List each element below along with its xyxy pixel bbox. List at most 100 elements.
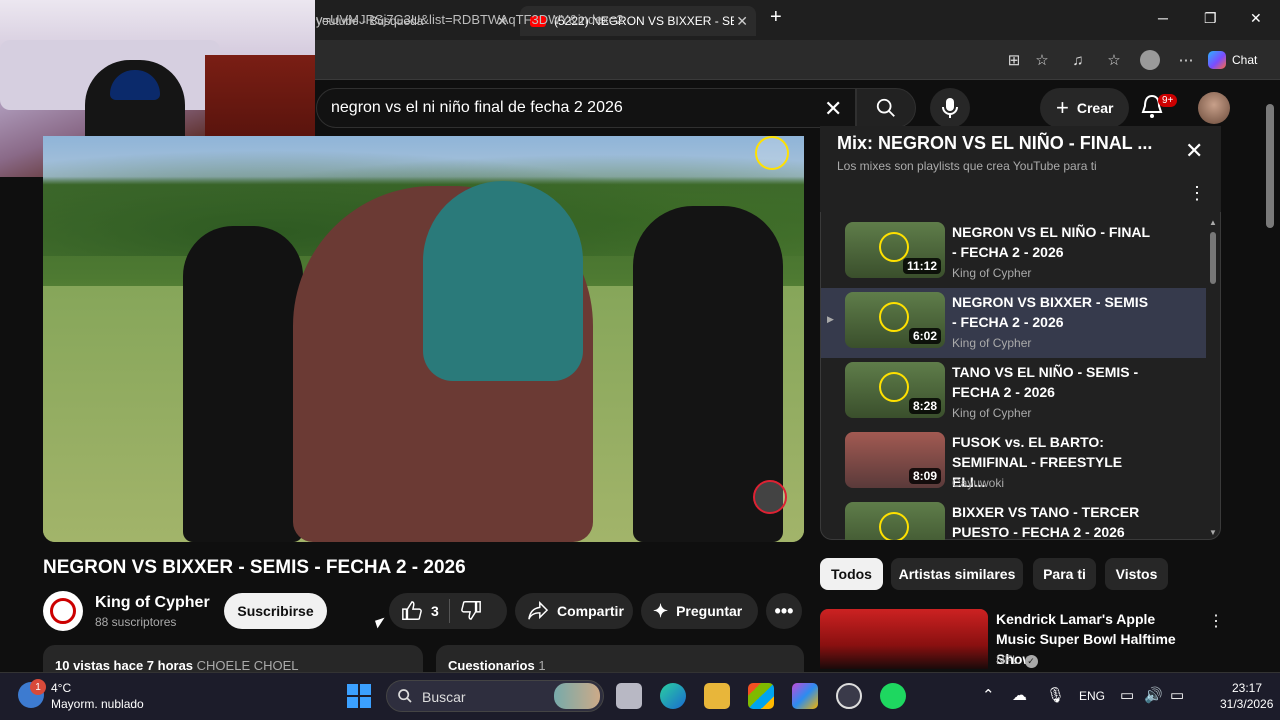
more-icon: ••• bbox=[774, 600, 794, 621]
copilot-chat-button[interactable]: Chat bbox=[1208, 48, 1257, 72]
mix-title: Mix: NEGRON VS EL NIÑO - FINAL ... bbox=[837, 133, 1153, 153]
minimize-button[interactable]: ─ bbox=[1158, 10, 1168, 26]
more-actions-button[interactable]: ••• bbox=[766, 593, 802, 629]
like-dislike-group: 3 bbox=[389, 593, 507, 629]
playlist-item-channel: King of Cypher bbox=[952, 336, 1032, 350]
search-query[interactable]: negron vs el ni niño final de fecha 2 20… bbox=[331, 99, 623, 117]
store-icon[interactable] bbox=[748, 683, 774, 709]
page-scrollbar[interactable] bbox=[1266, 104, 1274, 228]
playlist-item[interactable]: 11:12 NEGRON VS EL NIÑO - FINAL - FECHA … bbox=[821, 222, 1206, 292]
playlist-item-channel: Cayuwoki bbox=[952, 476, 1005, 490]
playlist-item-channel: King of Cypher bbox=[952, 266, 1032, 280]
playlist-item-title: BIXXER VS TANO - TERCER PUESTO - FECHA 2… bbox=[952, 504, 1140, 540]
extensions-icon[interactable]: ♫ bbox=[1068, 50, 1088, 70]
close-icon[interactable]: ✕ bbox=[736, 13, 748, 30]
window-close-button[interactable]: ✕ bbox=[1250, 10, 1262, 27]
like-button[interactable]: 3 bbox=[389, 600, 439, 622]
playlist-item-title: TANO VS EL NIÑO - SEMIS - FECHA 2 - 2026 bbox=[952, 364, 1139, 400]
subscriber-count: 88 suscriptores bbox=[95, 615, 177, 629]
ask-label: Preguntar bbox=[676, 603, 743, 619]
thumbs-up-icon bbox=[402, 601, 422, 620]
playlist-item[interactable]: 8:28 TANO VS EL NIÑO - SEMIS - FECHA 2 -… bbox=[821, 362, 1206, 432]
spotify-icon[interactable] bbox=[880, 683, 906, 709]
clock-time[interactable]: 23:17 bbox=[1232, 681, 1262, 695]
scroll-up-icon[interactable]: ▲ bbox=[1209, 218, 1217, 227]
quiz-label: Cuestionarios 1 bbox=[448, 658, 546, 673]
channel-name[interactable]: King of Cypher bbox=[95, 594, 210, 612]
m365-icon[interactable] bbox=[792, 683, 818, 709]
now-playing-icon: ▶ bbox=[827, 314, 834, 324]
microphone-icon bbox=[942, 98, 958, 118]
favorites-icon[interactable]: ☆ bbox=[1104, 50, 1124, 70]
channel-avatar[interactable] bbox=[43, 591, 83, 631]
search-button[interactable] bbox=[856, 88, 916, 128]
edge-icon[interactable] bbox=[660, 683, 686, 709]
apps-icon[interactable]: ⊞ bbox=[1004, 50, 1024, 70]
chevron-up-icon[interactable]: ⌃ bbox=[982, 686, 995, 704]
dislike-button[interactable] bbox=[460, 599, 482, 624]
url-field[interactable]: v=UVMJRSj7G3U&list=RDBTWAqTF3DWY&index=2 bbox=[316, 12, 624, 27]
video-thumbnail: 11:12 bbox=[845, 222, 945, 278]
more-vert-icon[interactable]: ⋮ bbox=[1188, 183, 1206, 204]
like-count: 3 bbox=[431, 603, 439, 619]
share-button[interactable]: Compartir bbox=[515, 593, 633, 629]
weather-condition[interactable]: Mayorm. nublado bbox=[51, 697, 144, 711]
file-explorer-icon[interactable] bbox=[704, 683, 730, 709]
plus-icon: + bbox=[1056, 95, 1069, 120]
chat-label: Chat bbox=[1232, 53, 1258, 67]
chip-artistas-similares[interactable]: Artistas similares bbox=[891, 558, 1023, 590]
favorite-star-icon[interactable]: ☆ bbox=[1032, 50, 1052, 70]
ask-button[interactable]: ✦ Preguntar bbox=[641, 593, 758, 629]
video-thumbnail: 6:02 bbox=[845, 292, 945, 348]
new-tab-button[interactable]: + bbox=[770, 6, 782, 29]
sparkle-icon: ✦ bbox=[653, 600, 669, 621]
chip-todos[interactable]: Todos bbox=[820, 558, 883, 590]
create-label: Crear bbox=[1076, 100, 1114, 116]
battery-icon[interactable]: ▭ bbox=[1170, 686, 1184, 704]
app-icon[interactable] bbox=[836, 683, 862, 709]
onedrive-icon[interactable]: ☁ bbox=[1012, 686, 1027, 704]
video-player[interactable] bbox=[43, 136, 804, 542]
playlist-item[interactable]: 8:09 FUSOK vs. EL BARTO: SEMIFINAL - FRE… bbox=[821, 432, 1206, 502]
task-view-icon[interactable] bbox=[616, 683, 642, 709]
chip-vistos[interactable]: Vistos bbox=[1105, 558, 1168, 590]
language-indicator[interactable]: ENG bbox=[1079, 689, 1105, 703]
network-icon[interactable]: ▭ bbox=[1120, 686, 1134, 704]
account-avatar[interactable] bbox=[1198, 92, 1230, 124]
profile-icon[interactable] bbox=[1140, 50, 1160, 70]
duration: 8:09 bbox=[908, 468, 941, 484]
thumbs-down-icon bbox=[460, 600, 481, 620]
duration: 8:28 bbox=[908, 398, 941, 414]
video-thumbnail bbox=[845, 502, 945, 540]
playlist-scrollbar[interactable] bbox=[1210, 232, 1216, 284]
clear-search-icon[interactable]: ✕ bbox=[824, 96, 842, 122]
mouse-cursor bbox=[375, 617, 387, 629]
create-button[interactable]: + Crear bbox=[1040, 88, 1130, 128]
description-tags: CHOELE CHOEL bbox=[196, 658, 299, 673]
close-icon[interactable]: ✕ bbox=[1185, 138, 1203, 164]
scroll-down-icon[interactable]: ▼ bbox=[1209, 528, 1217, 537]
description-meta: 10 vistas hace 7 horas CHOELE CHOEL bbox=[55, 658, 299, 673]
search-highlight-icon bbox=[554, 683, 600, 709]
chip-para-ti[interactable]: Para ti bbox=[1033, 558, 1096, 590]
clock-date[interactable]: 31/3/2026 bbox=[1220, 697, 1273, 711]
voice-search-button[interactable] bbox=[930, 88, 970, 128]
video-thumbnail: 8:28 bbox=[845, 362, 945, 418]
playlist-item[interactable]: BIXXER VS TANO - TERCER PUESTO - FECHA 2… bbox=[821, 502, 1206, 540]
recommended-channel: NFL ✓ bbox=[996, 653, 1038, 668]
restore-button[interactable]: ❐ bbox=[1204, 10, 1217, 27]
windows-start-icon[interactable] bbox=[347, 684, 371, 708]
taskbar-search-label: Buscar bbox=[422, 689, 466, 705]
microphone-icon[interactable]: 🎙 bbox=[1046, 686, 1065, 704]
temperature[interactable]: 4°C bbox=[51, 681, 71, 695]
subscribe-button[interactable]: Suscribirse bbox=[224, 593, 327, 629]
duration: 6:02 bbox=[908, 328, 941, 344]
weather-badge: 1 bbox=[30, 679, 46, 695]
volume-icon[interactable]: 🔊 bbox=[1144, 686, 1163, 704]
notification-badge: 9+ bbox=[1158, 94, 1178, 107]
more-vert-icon[interactable]: ⋮ bbox=[1208, 611, 1224, 631]
recommended-thumbnail[interactable] bbox=[820, 609, 988, 669]
share-label: Compartir bbox=[557, 603, 624, 619]
more-icon[interactable]: ⋯ bbox=[1176, 50, 1196, 70]
playlist-item-current[interactable]: ▶ 6:02 NEGRON VS BIXXER - SEMIS - FECHA … bbox=[821, 288, 1206, 358]
